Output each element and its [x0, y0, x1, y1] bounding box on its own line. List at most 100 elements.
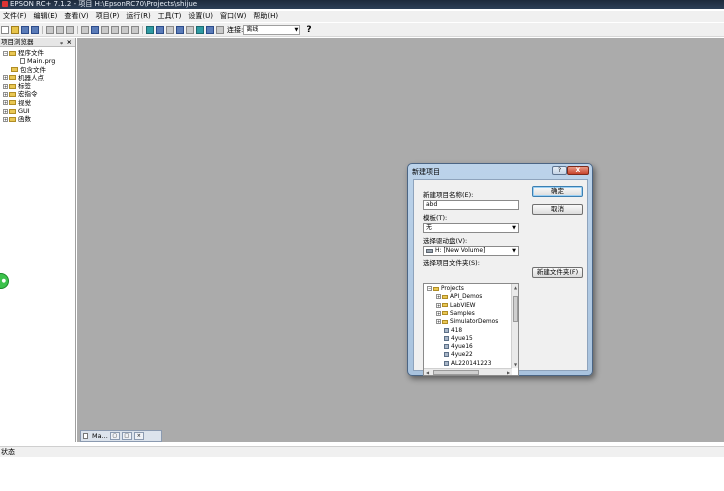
folder-tree-vertical-scrollbar[interactable]: ▲ ▼ [511, 284, 518, 368]
expand-icon[interactable]: + [436, 294, 441, 300]
tree-item-label: Projects [441, 286, 464, 292]
command-window-icon[interactable] [156, 26, 164, 34]
task-manager-icon[interactable] [131, 26, 139, 34]
menu-file[interactable]: 文件(F) [0, 11, 31, 22]
copy-icon[interactable] [56, 26, 64, 34]
tree-project-4yue15[interactable]: 4yue15 [444, 335, 473, 343]
project-icon [444, 352, 449, 358]
paste-icon[interactable] [66, 26, 74, 34]
maximize-icon[interactable]: □ [121, 432, 132, 440]
expand-icon[interactable]: + [436, 302, 441, 308]
tree-item-gui[interactable]: + GUI [0, 107, 75, 115]
expand-icon[interactable]: + [3, 108, 8, 114]
new-file-icon[interactable] [1, 26, 9, 34]
tree-project-al220141223[interactable]: AL220141223 [444, 360, 491, 368]
connection-icon[interactable] [216, 26, 224, 34]
comment-icon[interactable] [121, 26, 129, 34]
collapse-icon[interactable]: − [427, 286, 432, 291]
cancel-button[interactable]: 取消 [532, 204, 583, 215]
menu-tools[interactable]: 工具(T) [155, 11, 186, 22]
dialog-close-button[interactable]: X [567, 166, 589, 175]
tree-folder-samples[interactable]: + Samples [436, 310, 475, 318]
folder-icon [433, 286, 439, 291]
simulator-icon[interactable] [196, 26, 204, 34]
expand-icon[interactable]: + [436, 319, 441, 325]
menu-window[interactable]: 窗口(W) [217, 11, 250, 22]
dialog-help-button[interactable]: ? [552, 166, 567, 175]
outdent-icon[interactable] [111, 26, 119, 34]
project-name-label: 新建项目名称(E): [423, 191, 474, 199]
tree-folder-labview[interactable]: + LabVIEW [436, 302, 476, 310]
run-window-icon[interactable] [91, 26, 99, 34]
help-icon[interactable]: ? [306, 23, 311, 37]
expand-icon[interactable]: + [3, 91, 8, 97]
gui-builder-icon[interactable] [186, 26, 194, 34]
menu-help[interactable]: 帮助(H) [250, 11, 282, 22]
scroll-left-icon[interactable]: ◀ [424, 369, 431, 375]
status-text: 状态 [1, 448, 15, 456]
expand-icon[interactable]: + [3, 116, 8, 122]
restore-icon[interactable]: ▢ [109, 432, 120, 440]
scroll-down-icon[interactable]: ▼ [512, 361, 518, 368]
scrollbar-thumb[interactable] [433, 370, 479, 375]
pin-icon[interactable]: ᵩ [60, 38, 63, 47]
tree-project-4yue22[interactable]: 4yue22 [444, 351, 473, 359]
expand-icon[interactable]: + [3, 75, 8, 81]
folder-tree-horizontal-scrollbar[interactable]: ◀ ▶ [424, 368, 512, 375]
expand-icon[interactable]: + [3, 100, 8, 106]
tree-item-label: 418 [451, 327, 463, 334]
robot-manager-icon[interactable] [146, 26, 154, 34]
scroll-up-icon[interactable]: ▲ [512, 284, 518, 291]
tree-project-4yue16[interactable]: 4yue16 [444, 343, 473, 351]
scroll-right-icon[interactable]: ▶ [505, 369, 512, 375]
vision-guide-icon[interactable] [176, 26, 184, 34]
tree-item-include-files[interactable]: 包含文件 [0, 66, 75, 74]
menu-project[interactable]: 项目(P) [93, 11, 124, 22]
project-folder-tree[interactable]: − Projects + API_Demos + LabVIEW + Samples +… [423, 283, 519, 376]
tree-folder-api-demos[interactable]: + API_Demos [436, 293, 482, 301]
menu-view[interactable]: 查看(V) [61, 11, 92, 22]
expand-icon[interactable]: + [436, 310, 441, 316]
menu-run[interactable]: 运行(R) [123, 11, 154, 22]
ok-button[interactable]: 确定 [532, 186, 583, 197]
tree-item-program-files[interactable]: − 程序文件 [0, 49, 75, 57]
menu-edit[interactable]: 编辑(E) [31, 11, 62, 22]
toolbar-separator [77, 26, 78, 34]
tree-item-main-prg[interactable]: Main.prg [0, 57, 75, 65]
tree-project-418[interactable]: 418 [444, 327, 462, 335]
tree-item-functions[interactable]: + 函数 [0, 115, 75, 123]
window-title: EPSON RC+ 7.1.2 - 项目 H:\EpsonRC70\Projec… [10, 0, 198, 8]
save-all-icon[interactable] [31, 26, 39, 34]
project-icon [444, 344, 449, 350]
collapse-icon[interactable]: − [3, 50, 8, 56]
indent-icon[interactable] [101, 26, 109, 34]
close-icon[interactable]: × [133, 432, 144, 440]
io-monitor-icon[interactable] [166, 26, 174, 34]
tree-folder-simulator-demos[interactable]: + SimulatorDemos [436, 318, 498, 326]
drive-icon [426, 248, 433, 253]
tree-item-vision[interactable]: + 视觉 [0, 99, 75, 107]
project-name-input[interactable]: abd [423, 200, 519, 210]
save-icon[interactable] [21, 26, 29, 34]
tree-folder-projects[interactable]: − Projects [427, 285, 464, 293]
scrollbar-thumb[interactable] [513, 296, 518, 322]
menu-bar: 文件(F) 编辑(E) 查看(V) 项目(P) 运行(R) 工具(T) 设置(U) 窗口(W)… [0, 11, 724, 22]
expand-icon[interactable]: + [3, 83, 8, 89]
template-select[interactable]: 无 ▼ [423, 223, 519, 233]
connection-select[interactable]: 离线 ▼ [243, 25, 301, 35]
new-folder-button[interactable]: 新建文件夹(F) [532, 267, 583, 278]
close-icon[interactable]: × [67, 38, 72, 47]
folder-label: 选择项目文件夹(S): [423, 259, 480, 267]
tree-item-label: 函数 [18, 115, 31, 124]
drive-select[interactable]: H: [New Volume] ▼ [423, 246, 519, 256]
folder-icon [9, 116, 16, 122]
build-icon[interactable] [81, 26, 89, 34]
tree-item-robot-points[interactable]: + 机器人点 [0, 74, 75, 82]
minimized-document-tab[interactable]: Ma... ▢ □ × [80, 430, 162, 442]
folder-icon [9, 91, 16, 97]
camera-icon[interactable] [206, 26, 214, 34]
tree-item-macros[interactable]: + 宏指令 [0, 90, 75, 98]
open-folder-icon[interactable] [11, 26, 19, 34]
menu-setup[interactable]: 设置(U) [185, 11, 217, 22]
cut-icon[interactable] [46, 26, 54, 34]
